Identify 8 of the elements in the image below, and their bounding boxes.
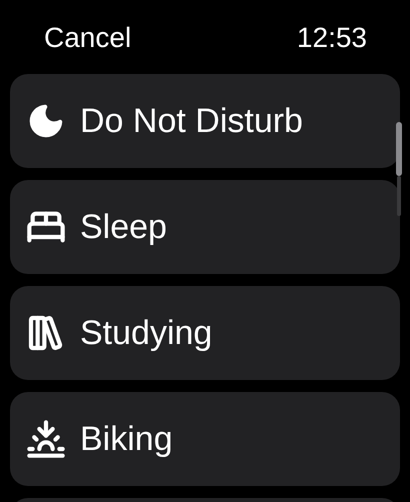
focus-mode-item[interactable]: Do Not Disturb: [10, 74, 400, 168]
scroll-indicator: [396, 122, 402, 176]
focus-mode-item[interactable]: Biking: [10, 392, 400, 486]
focus-mode-item[interactable]: Studying: [10, 286, 400, 380]
sunset-icon: [26, 419, 66, 459]
cancel-button[interactable]: Cancel: [44, 24, 132, 52]
clock-time: 12:53: [296, 24, 367, 52]
focus-mode-item[interactable]: Sleep: [10, 180, 400, 274]
